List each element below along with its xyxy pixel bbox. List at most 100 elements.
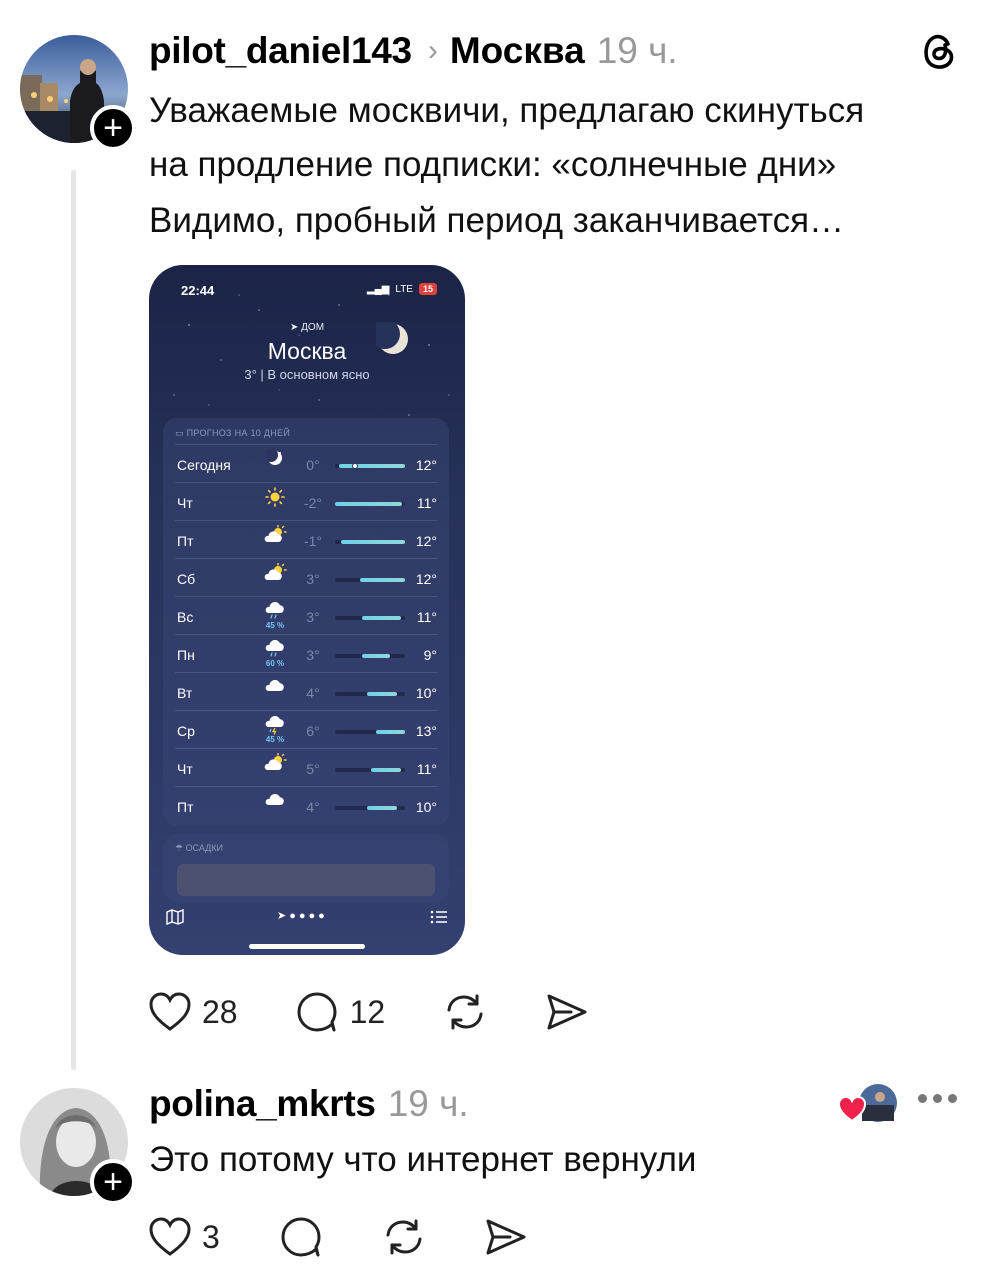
forecast-day: Ср: [177, 723, 195, 739]
current-temp-dot: [351, 463, 358, 469]
partly-sunny-icon: [255, 563, 295, 595]
comment-bubble-icon: [297, 992, 337, 1032]
forecast-row[interactable]: Пт 4° 10°: [175, 786, 437, 824]
weather-city: Москва: [267, 338, 347, 364]
repost-button[interactable]: [443, 990, 487, 1034]
temperature-range-bar: [335, 692, 405, 696]
forecast-row[interactable]: Пн 60 % 3° 9°: [175, 634, 437, 672]
precip-chance: 60 %: [265, 659, 285, 668]
thunder-cloud-icon: 45 %: [255, 715, 295, 747]
forecast-high: 12°: [415, 533, 437, 549]
forecast-day: Пн: [177, 647, 195, 663]
forecast-row[interactable]: Пт -1° 12°: [175, 520, 437, 558]
page-dots[interactable]: ➤●●●●: [277, 909, 328, 922]
forecast-row[interactable]: Вс 45 % 3° 11°: [175, 596, 437, 634]
follow-author-button[interactable]: +: [90, 105, 136, 151]
temperature-range-fill: [366, 692, 397, 696]
precipitation-card: ☂ ОСАДКИ: [163, 834, 449, 902]
share-button[interactable]: [545, 992, 589, 1032]
precip-chance: 45 %: [265, 735, 285, 744]
forecast-low: 3°: [306, 609, 320, 625]
temperature-range-fill: [340, 540, 405, 544]
send-icon: [486, 1219, 526, 1255]
status-indicators: ▂▄▆ LTE 15: [367, 283, 437, 295]
map-icon[interactable]: [166, 909, 184, 925]
precipitation-title: ☂ ОСАДКИ: [175, 843, 223, 853]
forecast-day: Вт: [177, 685, 193, 701]
forecast-low: -2°: [303, 495, 323, 511]
temperature-range-fill: [361, 654, 390, 658]
cloud-icon: [255, 677, 295, 709]
forecast-row[interactable]: Чт 5° 11°: [175, 748, 437, 786]
reply-like-button[interactable]: 3: [148, 1216, 220, 1258]
battery-level: 15: [418, 283, 437, 295]
forecast-row[interactable]: Вт 4° 10°: [175, 672, 437, 710]
precipitation-map: [177, 864, 435, 896]
forecast-day: Сб: [177, 571, 196, 587]
post-header: pilot_daniel143 › Москва 19 ч.: [149, 26, 678, 76]
temperature-range-bar: [335, 616, 405, 620]
temperature-range-bar: [335, 806, 405, 810]
forecast-day: Пт: [177, 533, 194, 549]
post-text-line: Видимо, пробный период заканчивается…: [149, 201, 845, 240]
moon-icon: [376, 322, 408, 354]
threads-logo-icon[interactable]: [918, 30, 960, 72]
temperature-range-bar: [335, 768, 405, 772]
reply-header: polina_mkrts 19 ч.: [149, 1080, 469, 1128]
forecast-day: Пт: [177, 799, 194, 815]
forecast-row[interactable]: Сегодня 0° 12°: [175, 444, 437, 482]
temperature-range-fill: [335, 502, 402, 506]
post-text-line: Уважаемые москвичи, предлагаю скинуться: [149, 91, 865, 130]
follow-reply-author-button[interactable]: +: [90, 1159, 136, 1205]
reply-share-button[interactable]: [484, 1217, 528, 1257]
like-count: 28: [202, 993, 238, 1030]
network-label: LTE: [395, 283, 413, 295]
forecast-title-text: ПРОГНОЗ НА 10 ДНЕЙ: [186, 428, 291, 438]
forecast-high: 10°: [415, 685, 437, 701]
forecast-row[interactable]: Сб 3° 12°: [175, 558, 437, 596]
forecast-low: 4°: [306, 685, 320, 701]
sun-icon: [255, 487, 295, 519]
author-username[interactable]: pilot_daniel143: [149, 30, 412, 72]
temperature-range-fill: [366, 806, 397, 810]
repost-icon: [447, 994, 483, 1030]
temperature-range-bar: [335, 463, 405, 469]
more-options-button[interactable]: [918, 1094, 957, 1103]
post-location[interactable]: Москва: [450, 30, 585, 72]
forecast-row[interactable]: Ср 45 % 6° 13°: [175, 710, 437, 748]
temperature-range-fill: [338, 464, 405, 468]
forecast-row[interactable]: Чт -2° 11°: [175, 482, 437, 520]
moon-icon: [255, 449, 295, 481]
liked-by-author-indicator[interactable]: [837, 1083, 900, 1125]
temperature-range-fill: [361, 616, 402, 620]
like-button[interactable]: 28: [148, 991, 238, 1033]
post-text: Уважаемые москвичи, предлагаю скинуться …: [149, 84, 969, 248]
thread-connector-line: [71, 170, 76, 1070]
reply-username[interactable]: polina_mkrts: [149, 1083, 376, 1125]
reply-comment-button[interactable]: [280, 1215, 324, 1259]
location-label-text: ДОМ: [301, 322, 325, 333]
more-dot: [918, 1094, 927, 1103]
temperature-range-bar: [335, 654, 405, 658]
cloud-icon: [255, 791, 295, 823]
forecast-low: 6°: [306, 723, 320, 739]
home-indicator: [249, 944, 365, 949]
weather-condition: 3° | В основном ясно: [244, 367, 370, 382]
attached-weather-screenshot[interactable]: 22:44 ▂▄▆ LTE 15 ➤ ДОМ Москва 3° | В осн…: [149, 265, 465, 955]
more-dot: [933, 1094, 942, 1103]
liked-heart-icon: [837, 1095, 867, 1123]
forecast-day: Вс: [177, 609, 194, 625]
post-actions: 28 12: [148, 990, 647, 1034]
temperature-range-bar: [335, 730, 405, 734]
post-text-line: на продление подписки: «солнечные дни»: [149, 145, 837, 184]
reply-repost-button[interactable]: [382, 1215, 426, 1259]
post-time: 19 ч.: [596, 30, 678, 71]
more-dot: [948, 1094, 957, 1103]
list-icon[interactable]: [430, 910, 448, 924]
temperature-range-bar: [335, 502, 405, 506]
rain-cloud-icon: 60 %: [255, 639, 295, 671]
temperature-range-bar: [335, 540, 405, 544]
comment-button[interactable]: 12: [296, 990, 385, 1034]
forecast-high: 9°: [423, 647, 437, 663]
forecast-title: ▭ ПРОГНОЗ НА 10 ДНЕЙ: [175, 428, 291, 438]
